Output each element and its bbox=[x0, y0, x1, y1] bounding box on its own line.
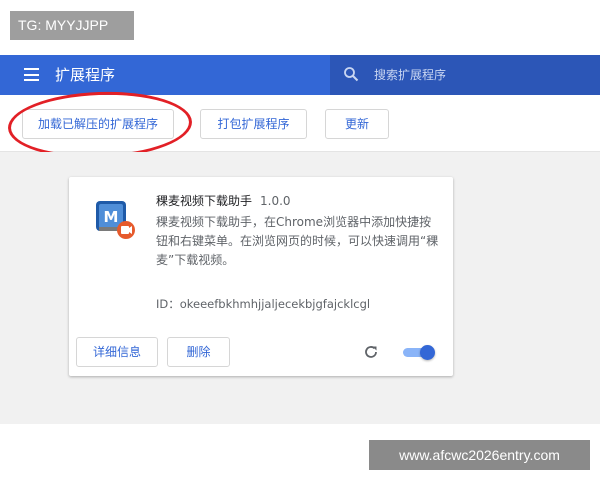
extension-name-row: 稞麦视频下载助手 1.0.0 bbox=[156, 192, 291, 209]
pack-extension-button[interactable]: 打包扩展程序 bbox=[200, 109, 307, 139]
remove-button[interactable]: 删除 bbox=[167, 337, 230, 367]
details-button[interactable]: 详细信息 bbox=[76, 337, 158, 367]
extension-version: 1.0.0 bbox=[260, 194, 291, 208]
watermark: www.afcwc2026entry.com bbox=[369, 440, 590, 470]
extension-id: ID：okeeefbkhmhjjaljecekbjgfajcklcgl bbox=[156, 297, 371, 311]
menu-icon[interactable] bbox=[24, 68, 39, 81]
xmeye-icon: M bbox=[96, 201, 135, 239]
search-icon bbox=[344, 67, 359, 82]
extension-description: 稞麦视频下载助手，在Chrome浏览器中添加快捷按钮和右键菜单。在浏览网页的时候… bbox=[156, 215, 439, 267]
page-title: 扩展程序 bbox=[55, 66, 116, 84]
extension-card: M 稞麦视频下载助手 1.0.0 稞麦视频下载助手，在Chrome浏览器中添加快捷… bbox=[69, 177, 453, 376]
search-box[interactable]: 搜索扩展程序 bbox=[330, 55, 600, 95]
tg-badge: TG: MYYJJPP bbox=[10, 11, 134, 40]
extension-name: 稞麦视频下载助手 bbox=[156, 194, 253, 208]
toggle-knob bbox=[420, 345, 435, 360]
enable-toggle[interactable] bbox=[403, 345, 435, 360]
reload-icon[interactable] bbox=[363, 344, 379, 360]
search-input[interactable]: 搜索扩展程序 bbox=[374, 55, 446, 95]
update-button[interactable]: 更新 bbox=[325, 109, 389, 139]
extensions-header: 扩展程序 搜索扩展程序 bbox=[0, 55, 600, 95]
svg-text:M: M bbox=[104, 208, 119, 226]
